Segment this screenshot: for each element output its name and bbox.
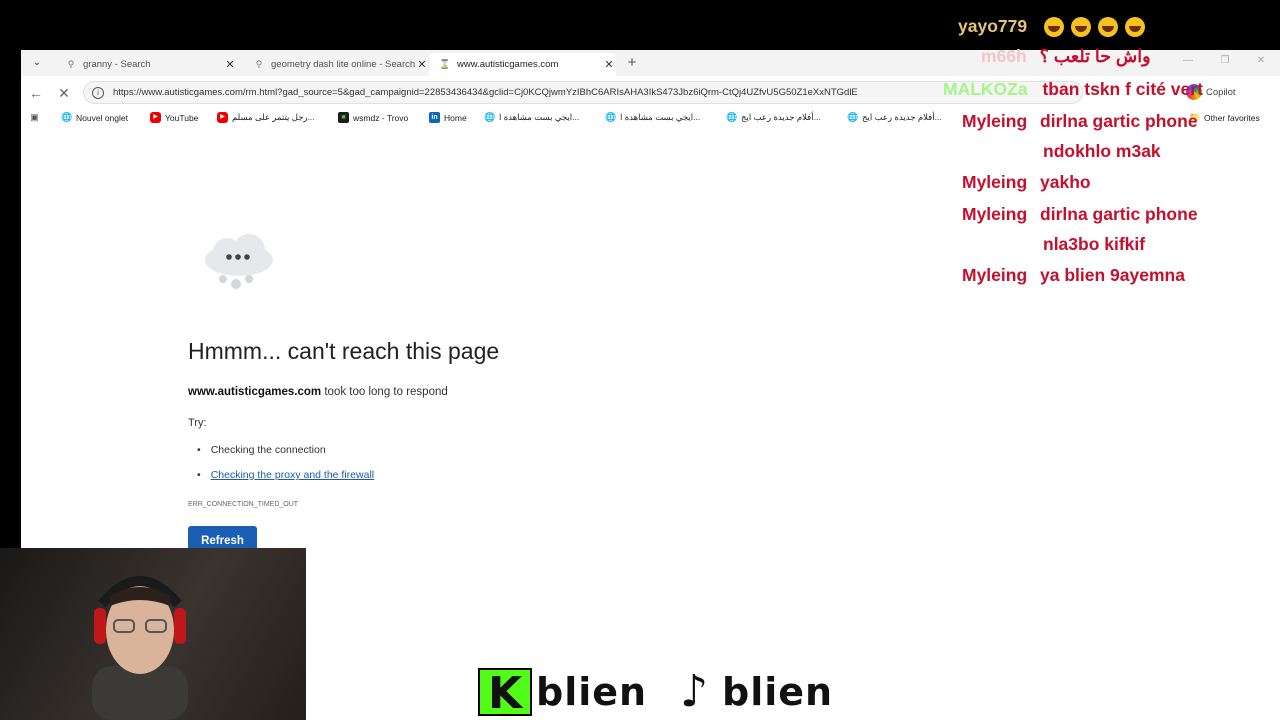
cloud-error-icon (205, 234, 273, 289)
tab-title: geometry dash lite online - Search (271, 59, 415, 70)
globe-icon: 🌐 (61, 112, 73, 122)
streamer-webcam-image (92, 576, 188, 720)
laughing-emoji-icon (1097, 17, 1118, 38)
youtube-icon: ▶ (150, 112, 161, 123)
bookmark-label: أفلام جديدة رعب ايج... (741, 112, 821, 122)
globe-icon: 🌐 (726, 112, 738, 122)
kick-username: blien (536, 670, 648, 714)
bookmark-label: ايجي بست مشاهدة ا... (620, 112, 701, 122)
bookmark-item[interactable]: ▶ رجل يتتمر على مسلم... (217, 112, 315, 123)
bookmark-item[interactable]: in Home (429, 112, 467, 123)
search-icon: ⚲ (255, 59, 263, 69)
globe-icon: 🌐 (484, 112, 496, 122)
proxy-firewall-link[interactable]: Checking the proxy and the firewall (211, 469, 374, 481)
bookmark-label: Nouvel onglet (76, 112, 128, 123)
other-favorites[interactable]: 📁 Other favorites (1189, 112, 1260, 123)
bullet-icon: • (197, 444, 201, 456)
laughing-emoji-icon (1043, 17, 1064, 38)
tab-title: granny - Search (83, 59, 151, 70)
close-icon[interactable]: ✕ (223, 58, 237, 71)
bookmark-item[interactable]: 🌐 Nouvel onglet (61, 112, 128, 123)
kick-logo-icon: K (478, 668, 532, 718)
bookmarks-toggle[interactable]: ▣ (29, 112, 40, 123)
copilot-label: Copilot (1206, 86, 1236, 98)
bookmark-label: YouTube (165, 112, 199, 123)
try-label: Try: (188, 417, 207, 429)
copilot-button[interactable]: Copilot (1186, 84, 1236, 100)
site-info-icon[interactable]: i (92, 86, 104, 99)
bookmark-item[interactable]: ■ wsmdz - Trovo (338, 112, 408, 123)
back-arrow-icon[interactable]: ← (26, 83, 46, 103)
window-close-icon[interactable]: ✕ (1254, 55, 1268, 66)
chat-username: yayo779 (958, 16, 1028, 36)
laughing-emoji-icons (1043, 16, 1152, 38)
stop-loading-icon[interactable]: ✕ (54, 83, 74, 103)
address-bar[interactable]: i https://www.autisticgames.com/rm.html?… (83, 81, 1083, 104)
navigation-bar: ← ✕ i https://www.autisticgames.com/rm.h… (21, 78, 1280, 107)
close-icon[interactable]: ✕ (602, 58, 616, 71)
tab-autisticgames[interactable]: ⌛ www.autisticgames.com ✕ (429, 53, 616, 76)
laughing-emoji-icon (1124, 17, 1145, 38)
copilot-icon (1186, 84, 1202, 100)
search-icon: ⚲ (67, 59, 75, 69)
bookmark-item[interactable]: 🌐 ايجي بست مشاهدة ا... (605, 112, 700, 123)
bookmark-item[interactable]: 🌐 أفلام جديدة رعب ايج... (726, 112, 821, 123)
folder-icon: 📁 (1189, 112, 1201, 122)
bookmark-label: Home (444, 112, 467, 123)
youtube-icon: ▶ (217, 112, 228, 123)
error-code: ERR_CONNECTION_TIMED_OUT (188, 501, 299, 508)
bullet-icon: • (197, 469, 201, 481)
webcam-overlay (0, 548, 306, 720)
globe-icon: 🌐 (847, 112, 859, 122)
tiktok-logo-icon: ♪ (679, 666, 709, 717)
kick-social-handle: K blien (478, 668, 648, 718)
bookmark-label: ايجي بست مشاهدة ا... (499, 112, 580, 122)
bookmark-item[interactable]: 🌐 أفلام جديدة رعب ايج... (847, 112, 942, 123)
error-message: www.autisticgames.com took too long to r… (188, 386, 448, 398)
tab-strip: ⌄ ⚲ granny - Search ✕ ⚲ geometry dash li… (21, 50, 1280, 76)
suggestion-text: Checking the connection (210, 444, 326, 456)
linkedin-icon: in (429, 112, 440, 123)
error-description: took too long to respond (324, 386, 448, 398)
tiktok-social-handle: ♪ blien (670, 668, 833, 716)
close-icon[interactable]: ✕ (415, 58, 429, 71)
tiktok-username: blien (722, 670, 834, 714)
error-title: Hmmm... can't reach this page (188, 338, 500, 364)
error-host: www.autisticgames.com (188, 386, 322, 398)
restore-icon[interactable]: ❐ (1218, 55, 1232, 66)
other-favorites-label: Other favorites (1204, 112, 1260, 123)
bookmark-item[interactable]: 🌐 ايجي بست مشاهدة ا... (484, 112, 579, 123)
suggestion-item: • Checking the proxy and the firewall (197, 469, 374, 481)
tab-title: www.autisticgames.com (457, 59, 559, 70)
minimize-icon[interactable]: — (1181, 55, 1195, 66)
bookmarks-bar: ▣ 🌐 Nouvel onglet ▶ YouTube ▶ رجل يتتمر على… (21, 108, 1280, 130)
bookmark-label: wsmdz - Trovo (353, 112, 409, 123)
loading-icon: ⌛ (439, 59, 451, 69)
bookmark-label: أفلام جديدة رعب ايج... (862, 112, 942, 122)
tab-granny-search[interactable]: ⚲ granny - Search ✕ (55, 53, 237, 76)
address-url: https://www.autisticgames.com/rm.html?ga… (113, 87, 858, 98)
tab-geometry-dash-search[interactable]: ⚲ geometry dash lite online - Search ✕ (243, 53, 429, 76)
new-tab-plus-icon[interactable]: + (624, 53, 640, 73)
chat-message: yayo779 (958, 16, 1152, 38)
bookmark-item[interactable]: ▶ YouTube (150, 112, 198, 123)
tab-list-chevron-icon[interactable]: ⌄ (27, 54, 47, 72)
laughing-emoji-icon (1070, 17, 1091, 38)
trovo-icon: ■ (338, 112, 349, 123)
globe-icon: 🌐 (605, 112, 617, 122)
suggestion-item: • Checking the connection (197, 444, 326, 456)
bookmark-panel-icon: ▣ (30, 112, 39, 122)
bookmark-label: رجل يتتمر على مسلم... (232, 112, 315, 122)
